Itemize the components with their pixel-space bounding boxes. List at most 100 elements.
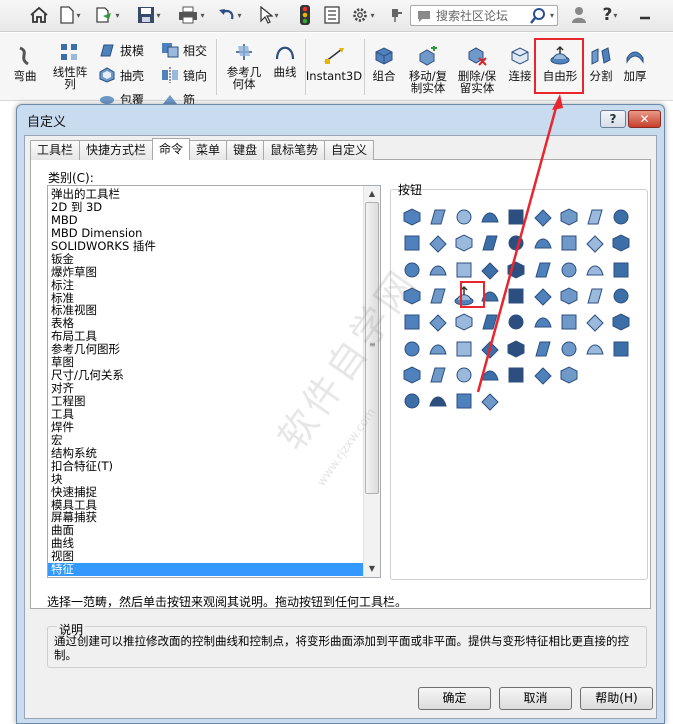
ribbon-split-button[interactable]: 分割 bbox=[586, 45, 616, 82]
feature-command-icon[interactable] bbox=[479, 259, 501, 281]
category-item[interactable]: 快速捕捉 bbox=[48, 485, 364, 499]
select-pointer-icon[interactable]: ▾ bbox=[256, 4, 282, 26]
feature-command-icon[interactable] bbox=[532, 285, 554, 307]
feature-command-icon[interactable] bbox=[505, 232, 527, 254]
feature-command-icon[interactable] bbox=[610, 285, 632, 307]
category-item[interactable]: 工具 bbox=[48, 407, 364, 421]
feature-command-icon[interactable] bbox=[427, 232, 449, 254]
feature-command-icon[interactable] bbox=[453, 364, 475, 386]
category-item[interactable]: 屏幕捕获 bbox=[48, 511, 364, 524]
ribbon-mirror-button[interactable]: 镜向 bbox=[160, 66, 207, 84]
feature-command-icon[interactable] bbox=[401, 311, 423, 333]
category-item[interactable]: 扣合特征(T) bbox=[48, 459, 364, 473]
feature-command-icon[interactable] bbox=[505, 206, 527, 228]
feature-command-icon[interactable] bbox=[558, 206, 580, 228]
feature-command-icon[interactable] bbox=[505, 259, 527, 281]
ribbon-linear-pattern-button[interactable]: 线性阵列 bbox=[50, 41, 90, 90]
traffic-light-icon[interactable] bbox=[296, 4, 314, 26]
user-icon[interactable] bbox=[568, 4, 590, 26]
ribbon-flex-button[interactable]: 弯曲 bbox=[10, 45, 40, 82]
feature-command-icon[interactable] bbox=[610, 338, 632, 360]
feature-command-icon[interactable] bbox=[558, 259, 580, 281]
category-item[interactable]: 焊件 bbox=[48, 420, 364, 434]
feature-command-icon[interactable] bbox=[584, 285, 606, 307]
feature-command-icon[interactable] bbox=[610, 206, 632, 228]
ribbon-thicken-button[interactable]: 加厚 bbox=[620, 45, 650, 82]
feature-command-icon[interactable] bbox=[479, 206, 501, 228]
category-item[interactable]: SOLIDWORKS 插件 bbox=[48, 239, 364, 253]
ribbon-delete-keep-body-button[interactable]: 删除/保留实体 bbox=[455, 45, 499, 94]
feature-command-icon[interactable] bbox=[479, 311, 501, 333]
file-properties-icon[interactable] bbox=[320, 4, 344, 26]
feature-command-icon[interactable] bbox=[453, 390, 475, 412]
dialog-close-button[interactable]: ✕ bbox=[628, 110, 661, 128]
feature-command-icon[interactable] bbox=[401, 285, 423, 307]
category-item[interactable]: 宏 bbox=[48, 433, 364, 447]
feature-command-icon[interactable] bbox=[505, 285, 527, 307]
category-item[interactable]: 对齐 bbox=[48, 382, 364, 395]
help-button[interactable]: 帮助(H) bbox=[580, 687, 653, 710]
search-icon[interactable] bbox=[529, 7, 547, 25]
category-item[interactable]: 弹出的工具栏 bbox=[48, 188, 364, 201]
tab-customization[interactable]: 自定义 bbox=[324, 140, 375, 160]
ribbon-curves-button[interactable]: 曲线 bbox=[268, 41, 302, 78]
feature-command-icon[interactable] bbox=[427, 206, 449, 228]
category-item[interactable]: 标注 bbox=[48, 278, 364, 292]
feature-command-icon[interactable] bbox=[584, 232, 606, 254]
category-item[interactable]: 视图 bbox=[48, 550, 364, 563]
open-icon[interactable]: ▾ bbox=[92, 4, 122, 26]
ribbon-shell-button[interactable]: 抽壳 bbox=[97, 66, 144, 84]
search-dropdown-icon[interactable]: ▾ bbox=[550, 11, 554, 20]
cancel-button[interactable]: 取消 bbox=[499, 687, 572, 710]
tab-mouse-gestures[interactable]: 鼠标笔势 bbox=[263, 140, 326, 160]
scroll-down-icon[interactable]: ▼ bbox=[364, 561, 380, 577]
feature-command-icon[interactable] bbox=[558, 285, 580, 307]
feature-command-icon[interactable] bbox=[532, 311, 554, 333]
feature-command-icon[interactable] bbox=[479, 390, 501, 412]
tab-commands[interactable]: 命令 bbox=[152, 138, 191, 160]
feature-command-icon[interactable] bbox=[453, 338, 475, 360]
ribbon-move-copy-body-button[interactable]: 移动/复制实体 bbox=[406, 45, 450, 94]
help-icon[interactable]: ? ▾ bbox=[596, 4, 624, 26]
feature-command-icon[interactable] bbox=[505, 338, 527, 360]
category-item[interactable]: 工程图 bbox=[48, 395, 364, 408]
category-item[interactable]: 特征 bbox=[48, 563, 364, 577]
save-icon[interactable]: ▾ bbox=[134, 4, 164, 26]
feature-command-icon[interactable] bbox=[584, 338, 606, 360]
category-item[interactable]: 尺寸/几何关系 bbox=[48, 369, 364, 382]
community-search-box[interactable]: 搜索社区论坛 ▾ bbox=[410, 5, 558, 26]
feature-command-icon[interactable] bbox=[584, 259, 606, 281]
pin-icon[interactable] bbox=[386, 4, 406, 26]
feature-command-icon[interactable] bbox=[401, 390, 423, 412]
feature-command-icon[interactable] bbox=[610, 311, 632, 333]
ribbon-instant3d-button[interactable]: Instant3D bbox=[306, 45, 362, 82]
feature-command-icon[interactable] bbox=[558, 338, 580, 360]
tab-keyboard[interactable]: 键盘 bbox=[226, 140, 265, 160]
feature-command-icon[interactable] bbox=[505, 364, 527, 386]
feature-command-icon[interactable] bbox=[401, 232, 423, 254]
tab-menus[interactable]: 菜单 bbox=[189, 140, 228, 160]
category-scrollbar[interactable]: ▲ ≡ ▼ bbox=[363, 186, 380, 577]
tab-toolbars[interactable]: 工具栏 bbox=[30, 140, 81, 160]
feature-command-icon[interactable] bbox=[427, 311, 449, 333]
ribbon-join-button[interactable]: 连接 bbox=[504, 45, 536, 82]
category-item[interactable]: 标准视图 bbox=[48, 304, 364, 317]
feature-command-icon[interactable] bbox=[584, 311, 606, 333]
feature-command-icon[interactable] bbox=[532, 338, 554, 360]
gear-icon[interactable]: ▾ bbox=[348, 4, 378, 26]
category-item[interactable]: 结构系统 bbox=[48, 446, 364, 460]
feature-command-icon[interactable] bbox=[532, 259, 554, 281]
ribbon-draft-button[interactable]: 拔模 bbox=[97, 41, 144, 59]
ok-button[interactable]: 确定 bbox=[418, 687, 491, 710]
feature-command-icon[interactable] bbox=[532, 206, 554, 228]
feature-command-icon[interactable] bbox=[558, 364, 580, 386]
scroll-up-icon[interactable]: ▲ bbox=[364, 186, 380, 202]
feature-command-icon[interactable] bbox=[610, 232, 632, 254]
feature-command-icon[interactable] bbox=[558, 232, 580, 254]
feature-command-icon[interactable] bbox=[532, 232, 554, 254]
ribbon-reference-geometry-button[interactable]: 参考几何体 bbox=[222, 41, 266, 90]
feature-command-icon[interactable] bbox=[479, 338, 501, 360]
category-item[interactable]: 曲面 bbox=[48, 524, 364, 537]
feature-command-icon[interactable] bbox=[453, 259, 475, 281]
feature-command-icon[interactable] bbox=[427, 285, 449, 307]
